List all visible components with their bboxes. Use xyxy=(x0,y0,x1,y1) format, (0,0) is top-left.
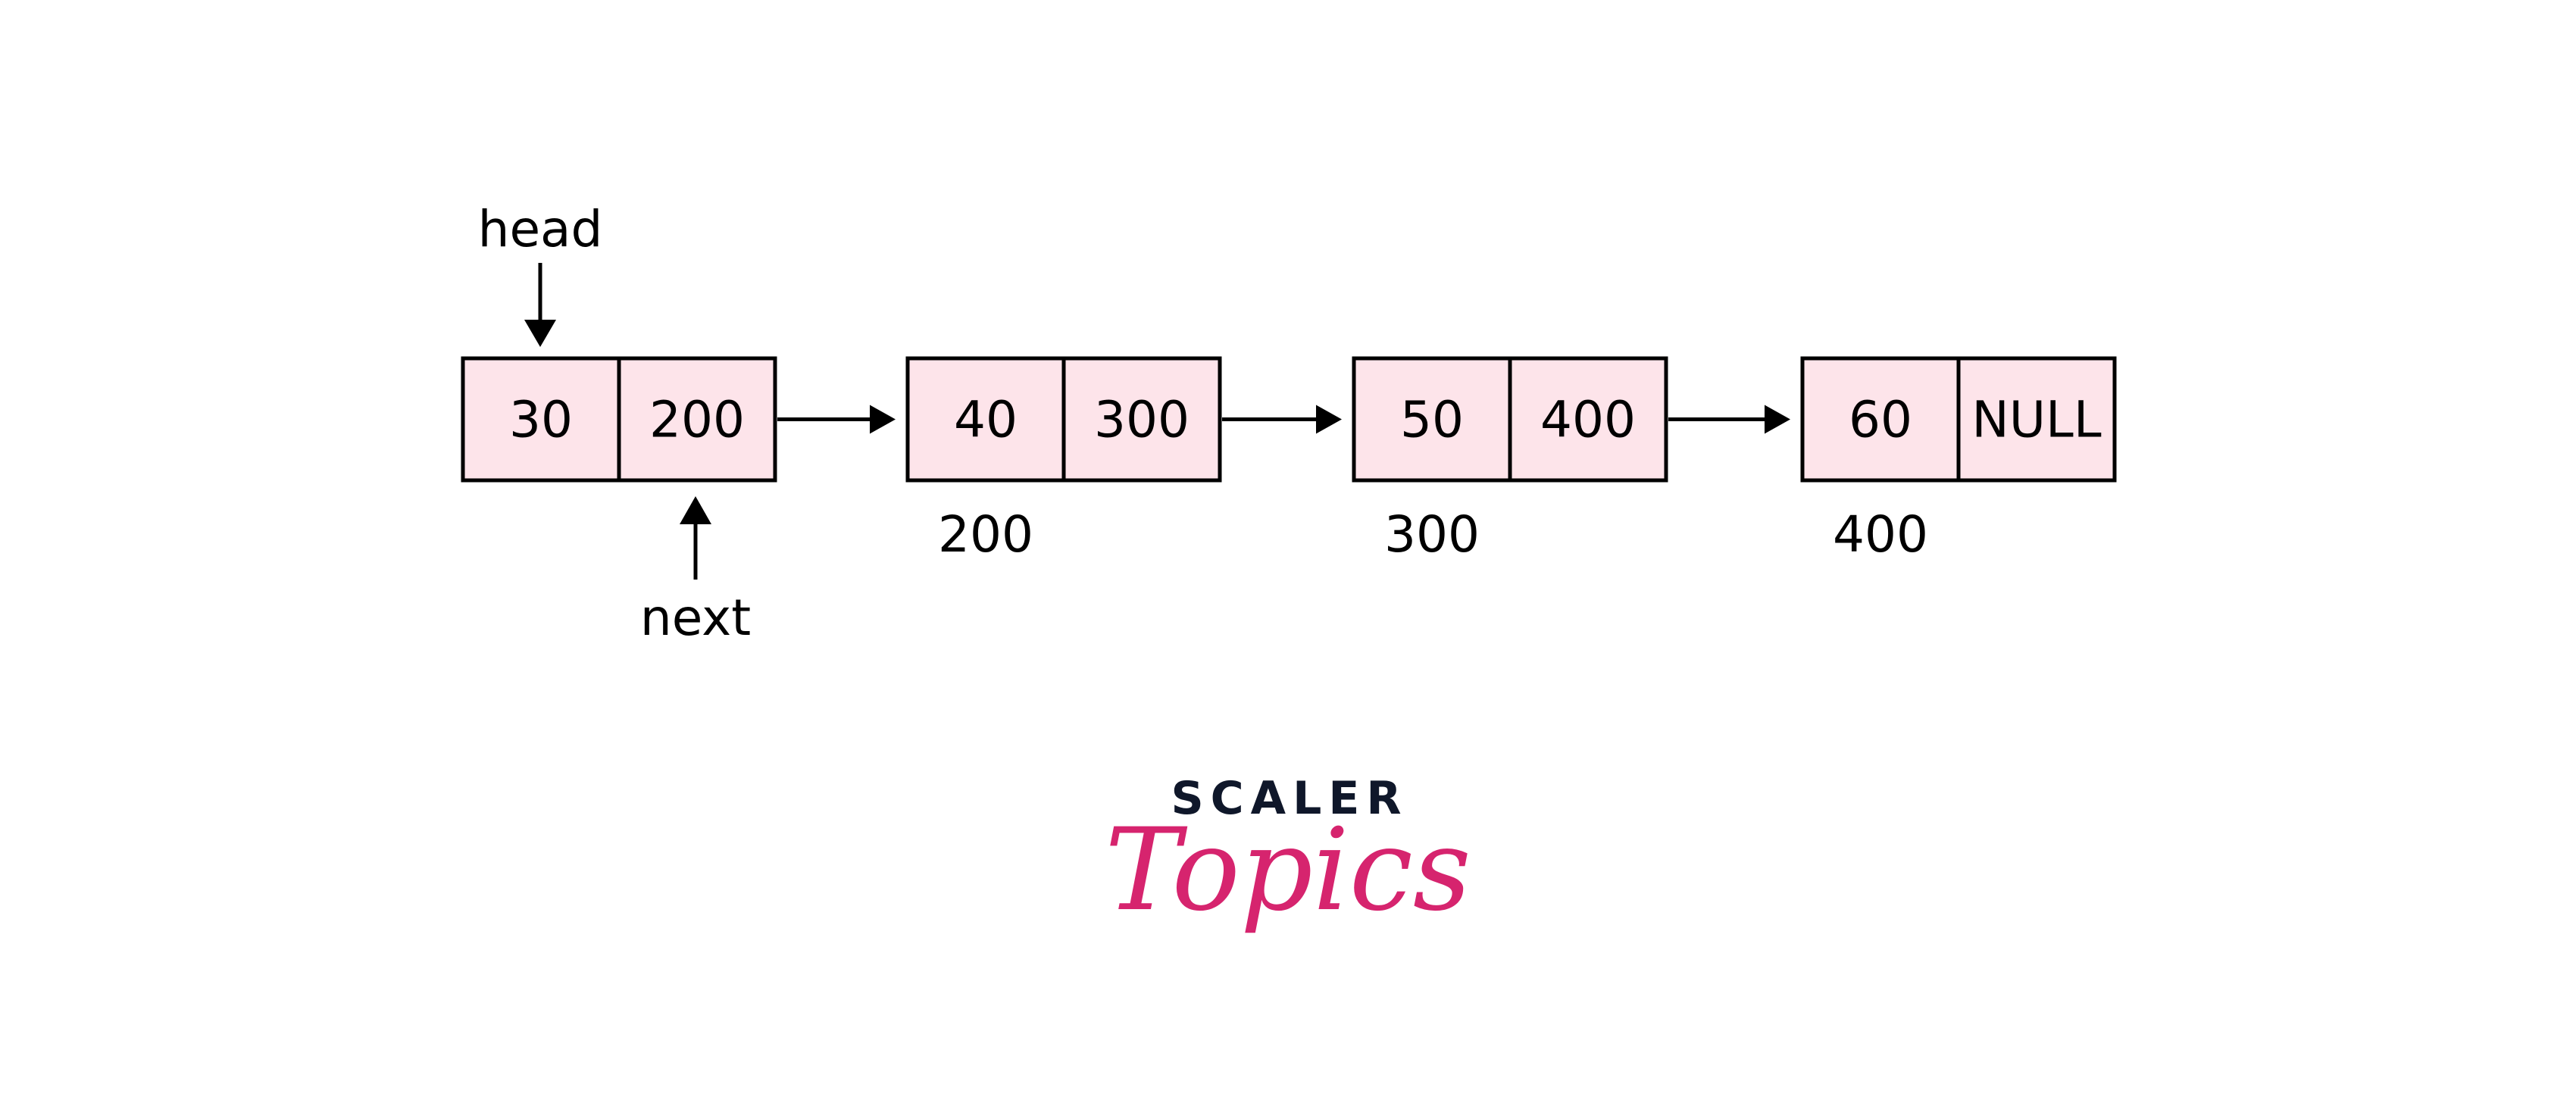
link-arrow-icon xyxy=(870,405,896,434)
linked-list-diagram: head next 30 200 40 300 200 50 400 300 60 NULL 400… xyxy=(461,200,2117,936)
node-next-cell: 300 xyxy=(1094,391,1190,449)
logo-topics-text: Topics xyxy=(1105,805,1471,936)
node-next-cell: NULL xyxy=(1971,391,2101,449)
next-arrow-icon xyxy=(680,496,711,524)
link-arrow-icon xyxy=(1765,405,1790,434)
node-data-cell: 40 xyxy=(954,391,1018,449)
node-next-cell: 200 xyxy=(649,391,745,449)
node-next-cell: 400 xyxy=(1540,391,1636,449)
node-address-label: 200 xyxy=(938,505,1033,564)
scaler-topics-logo: SCALER Topics xyxy=(1105,772,1471,936)
node-data-cell: 50 xyxy=(1400,391,1464,449)
node-address-label: 400 xyxy=(1833,505,1928,564)
node-data-cell: 60 xyxy=(1849,391,1912,449)
head-label: head xyxy=(478,200,603,258)
node-list: 30 200 40 300 200 50 400 300 60 NULL 400 xyxy=(461,356,2117,564)
head-arrow-icon xyxy=(524,320,556,347)
next-label: next xyxy=(640,589,751,647)
node-address-label: 300 xyxy=(1384,505,1480,564)
link-arrow-icon xyxy=(1316,405,1342,434)
node-data-cell: 30 xyxy=(509,391,573,449)
